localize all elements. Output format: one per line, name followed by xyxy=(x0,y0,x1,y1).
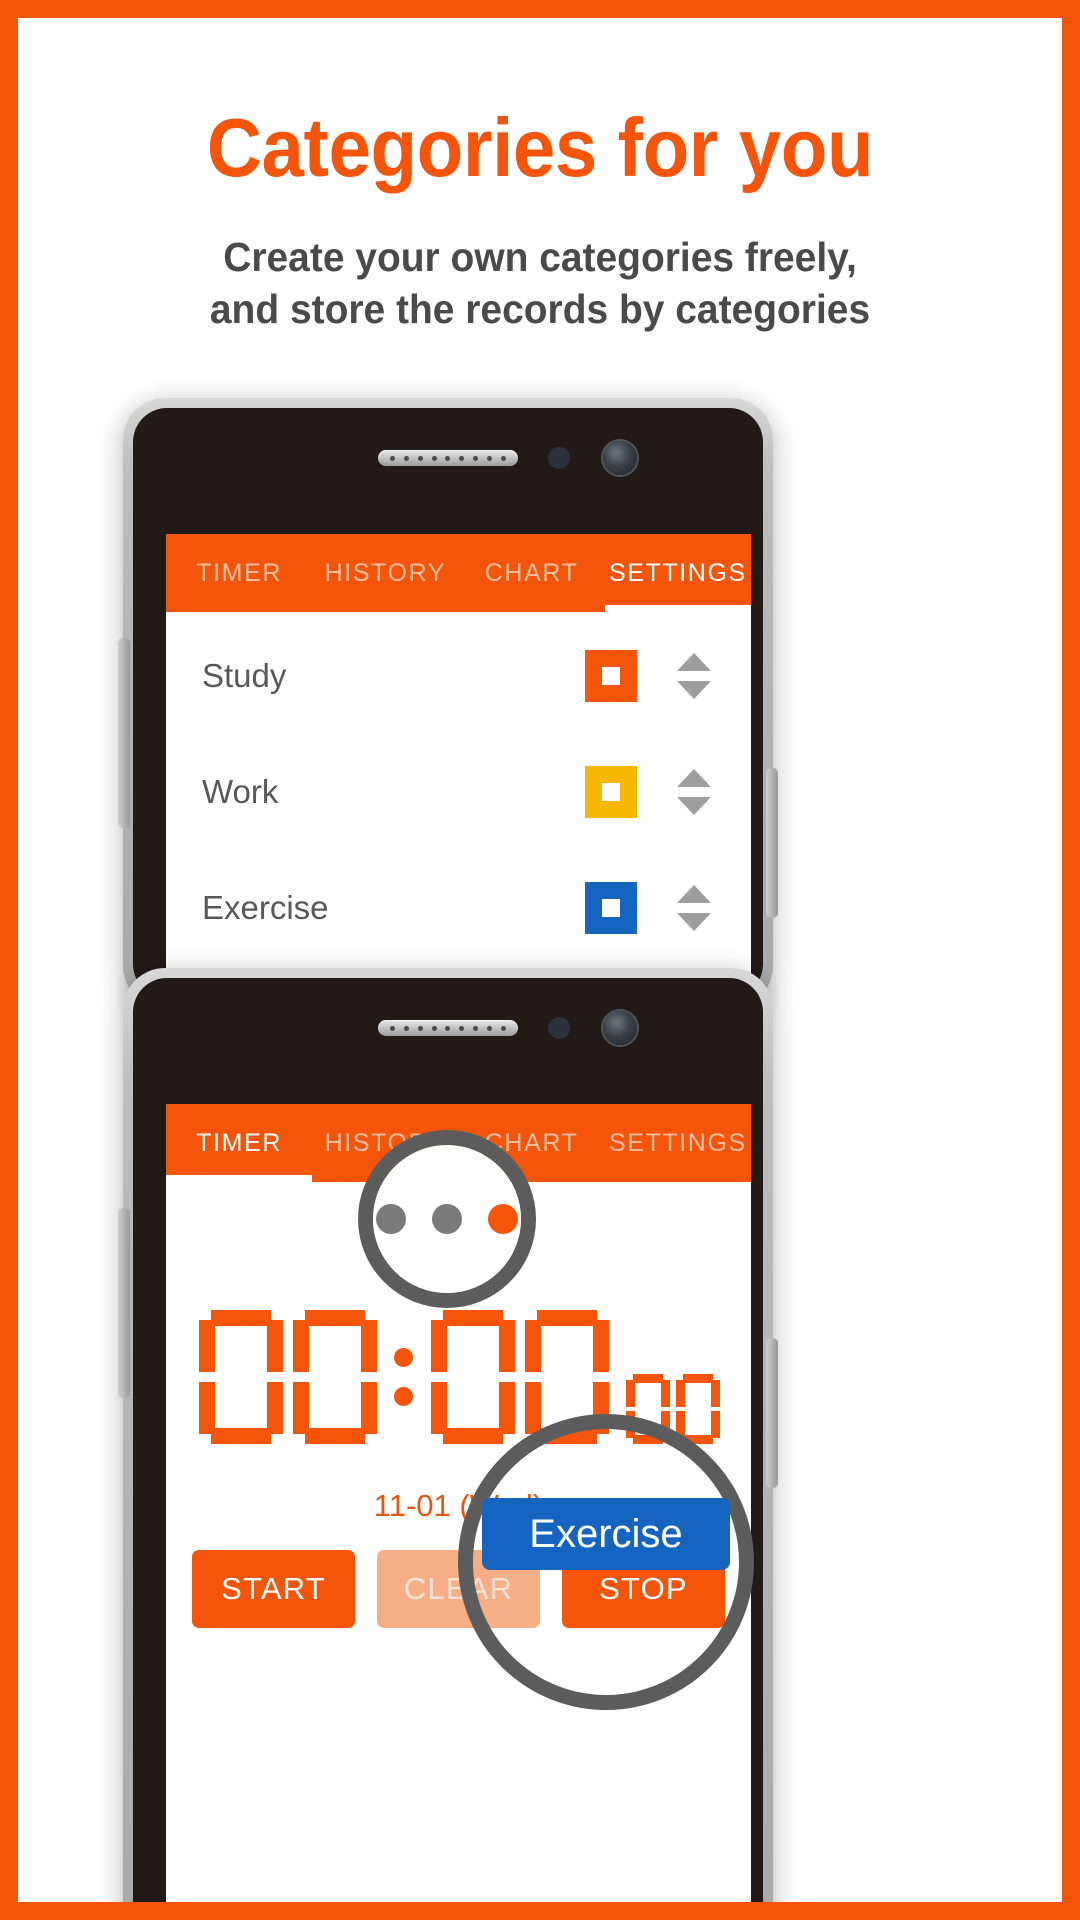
category-name: Study xyxy=(202,657,287,694)
app-screen-settings: TIMER HISTORY CHART SETTINGS Study Work … xyxy=(166,534,751,1014)
sort-updown-icon[interactable] xyxy=(677,649,711,703)
clock-colon-icon xyxy=(384,1310,424,1444)
tab-history[interactable]: HISTORY xyxy=(312,559,458,588)
category-color-swatch[interactable] xyxy=(585,650,637,702)
tabbar-settings: TIMER HISTORY CHART SETTINGS xyxy=(166,534,751,612)
list-item[interactable]: Exercise xyxy=(166,850,751,966)
category-list: Study Work Exercise xyxy=(166,612,751,966)
start-button[interactable]: START xyxy=(192,1550,355,1628)
sort-down-arrow xyxy=(677,681,711,699)
sort-down-arrow xyxy=(677,913,711,931)
page-subtitle: Create your own categories freely, and s… xyxy=(44,231,1036,335)
promo-canvas: Categories for you Create your own categ… xyxy=(18,18,1062,1902)
sort-updown-icon[interactable] xyxy=(677,765,711,819)
page-title: Categories for you xyxy=(206,101,874,194)
swatch-inner xyxy=(602,783,620,801)
timer-display xyxy=(166,1310,751,1444)
page-subtitle-line-1: Create your own categories freely, xyxy=(223,234,857,280)
category-color-swatch[interactable] xyxy=(585,766,637,818)
tab-active-indicator xyxy=(604,605,751,612)
proximity-sensor-icon xyxy=(548,447,570,469)
sort-down-arrow xyxy=(677,797,711,815)
power-button[interactable] xyxy=(766,1338,778,1488)
tab-active-indicator xyxy=(166,1175,313,1182)
front-camera-icon xyxy=(603,441,637,475)
dot-3-active xyxy=(488,1204,518,1234)
tab-settings[interactable]: SETTINGS xyxy=(605,559,751,588)
digit-minute-tens xyxy=(431,1310,515,1444)
digit-hour-ones xyxy=(293,1310,377,1444)
category-name: Exercise xyxy=(202,889,329,926)
list-item[interactable]: Study xyxy=(166,618,751,734)
tab-chart[interactable]: CHART xyxy=(459,559,605,588)
category-chip-exercise[interactable]: Exercise xyxy=(482,1498,730,1570)
earpiece-speaker-icon xyxy=(378,1020,518,1036)
swatch-inner xyxy=(602,667,620,685)
volume-button[interactable] xyxy=(118,1208,130,1398)
list-item[interactable]: Work xyxy=(166,734,751,850)
power-button[interactable] xyxy=(766,768,778,918)
digit-centisecond-ones xyxy=(676,1374,720,1444)
dot-2 xyxy=(432,1204,462,1234)
category-name: Work xyxy=(202,773,279,810)
more-dots-icon[interactable] xyxy=(373,1145,521,1293)
volume-button[interactable] xyxy=(118,638,130,828)
front-camera-icon xyxy=(603,1011,637,1045)
sort-updown-icon[interactable] xyxy=(677,881,711,935)
category-color-swatch[interactable] xyxy=(585,882,637,934)
phone-mockup-settings: TIMER HISTORY CHART SETTINGS Study Work … xyxy=(118,398,778,1014)
proximity-sensor-icon xyxy=(548,1017,570,1039)
earpiece-speaker-icon xyxy=(378,450,518,466)
sort-up-arrow xyxy=(677,769,711,787)
swatch-inner xyxy=(602,899,620,917)
page-subtitle-line-2: and store the records by categories xyxy=(209,286,871,333)
sort-up-arrow xyxy=(677,653,711,671)
digit-hour-tens xyxy=(199,1310,283,1444)
sort-up-arrow xyxy=(677,885,711,903)
tab-timer[interactable]: TIMER xyxy=(166,559,312,588)
tab-timer[interactable]: TIMER xyxy=(166,1129,312,1158)
tab-settings[interactable]: SETTINGS xyxy=(605,1129,751,1158)
dot-1 xyxy=(376,1204,406,1234)
